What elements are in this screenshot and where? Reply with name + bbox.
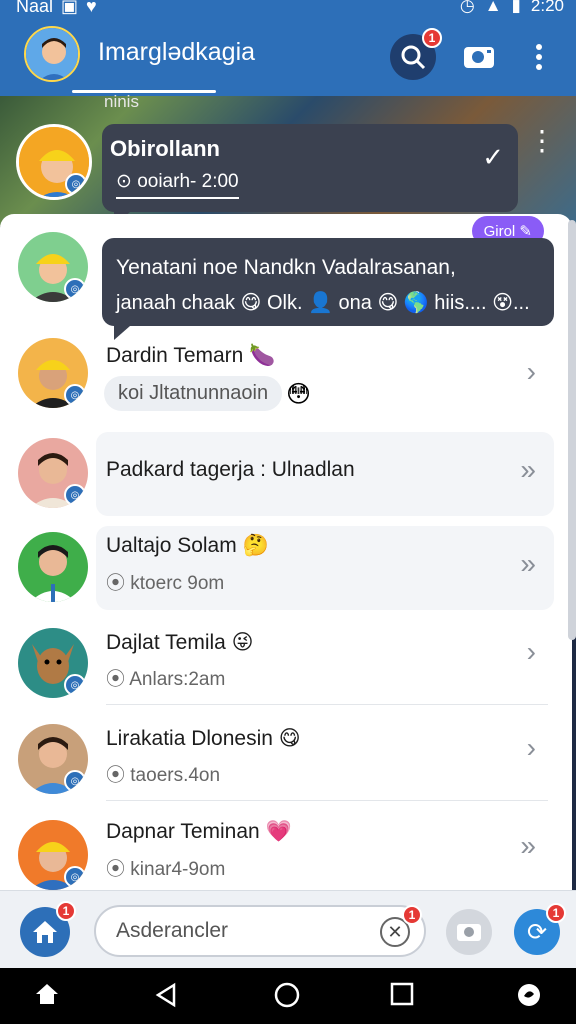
verified-badge-icon: ◎ (64, 384, 86, 406)
signal-icon: ▲ (484, 0, 502, 15)
active-tab-indicator (72, 90, 216, 93)
list-item[interactable]: ◎ Padkard tagerja : Ulnadlan » (0, 426, 572, 522)
scene-caption: ninis (104, 92, 139, 111)
chat-list: Girol ✎ ◎ Yenatani noe Nandkn Vadalrasan… (0, 214, 572, 890)
chevron-right-icon[interactable]: › (527, 356, 536, 388)
clear-button[interactable]: ✕ 1 (380, 905, 422, 947)
list-item[interactable]: ◎ Dapnar Teminan 💗 ⦿ kinar4-9om » (0, 808, 572, 890)
nav-recents-icon[interactable] (390, 982, 414, 1011)
avatar: ◎ (18, 628, 88, 698)
list-item[interactable]: ◎ Dajlat Temila 😜 ⦿ Anlars:2am › (0, 616, 572, 712)
chevron-right-icon[interactable]: › (527, 732, 536, 764)
nav-home-circle-icon[interactable] (274, 982, 300, 1013)
refresh-badge: 1 (546, 903, 566, 923)
forward-icon[interactable]: » (520, 548, 536, 580)
search-input[interactable]: Asderancler (94, 905, 426, 957)
chat-subtitle: ⦿ ktoerc 9om (106, 573, 225, 594)
message-line-1: Yenatani noe Nandkn Vadalrasanan, (116, 256, 456, 279)
chat-name: Dajlat Temila 😜 (106, 631, 254, 654)
verified-badge-icon: ◎ (64, 866, 86, 888)
scrollbar[interactable] (568, 220, 576, 640)
bottom-bar: 1 Asderancler ✕ 1 ⟳ 1 (0, 890, 576, 968)
close-icon: ✕ (387, 921, 403, 942)
notification-icon: ▣ (61, 0, 79, 16)
page-title: Imarglədkagia (98, 38, 256, 66)
emoji-reaction: 😳 (286, 381, 312, 408)
chat-subtitle: koi Jltatnunnaoin (104, 376, 283, 411)
pinned-avatar[interactable]: ◎ (16, 124, 92, 200)
refresh-button[interactable]: ⟳ 1 (514, 903, 566, 955)
camera-button-bottom[interactable] (446, 909, 492, 955)
verified-badge-icon: ◎ (64, 484, 86, 506)
avatar (18, 532, 88, 602)
profile-avatar[interactable] (24, 26, 80, 82)
verified-badge-icon: ◎ (64, 278, 86, 300)
location-icon: ♥ (86, 0, 97, 16)
divider (106, 800, 548, 801)
check-icon: ✓ (482, 142, 504, 172)
camera-icon (457, 924, 481, 941)
message-bubble[interactable]: Yenatani noe Nandkn Vadalrasanan, janaah… (102, 238, 554, 340)
message-line-2: janaah chaak 😋 Olk. 👤 ona 😋 🌎 hiis.... 😵… (116, 292, 530, 314)
search-button[interactable]: 1 (390, 28, 442, 80)
home-button[interactable]: 1 (20, 901, 76, 957)
list-item[interactable]: ◎ Dardin Temarn 🍆 koi Jltatnunnaoin 😳 › (0, 326, 572, 422)
chat-name: Padkard tagerja : Ulnadlan (106, 458, 355, 481)
more-menu-button[interactable] (516, 34, 562, 80)
refresh-icon: ⟳ (526, 918, 548, 946)
home-icon (33, 921, 57, 943)
chat-name: Ualtajo Solam 🤔 (106, 534, 269, 557)
avatar: ◎ (18, 724, 88, 794)
camera-button[interactable] (456, 34, 502, 80)
pinned-conversation[interactable]: Obirollann ⊙ ooiarh- 2:00 ✓ (102, 124, 518, 226)
more-vertical-icon (536, 44, 542, 70)
chat-name: Dapnar Teminan 💗 (106, 820, 292, 843)
nav-home-icon[interactable] (34, 982, 60, 1011)
list-item[interactable]: Ualtajo Solam 🤔 ⦿ ktoerc 9om » (0, 520, 572, 616)
avatar: ◎ (18, 820, 88, 890)
chat-subtitle: ⦿ kinar4-9om (106, 859, 226, 880)
chat-name: Dardin Temarn 🍆 (106, 344, 276, 367)
pinned-name: Obirollann (110, 136, 220, 161)
clear-badge: 1 (402, 905, 422, 925)
avatar: ◎ (18, 232, 88, 302)
carrier-label: Naal (16, 0, 54, 16)
chevron-right-icon[interactable]: › (527, 636, 536, 668)
search-placeholder: Asderancler (116, 919, 229, 942)
forward-icon[interactable]: » (520, 454, 536, 486)
chat-subtitle: ⦿ taoers.4on (106, 765, 221, 786)
status-bar: Naal ▣ ♥ ◷ ▲ ▮ 2:20 (0, 0, 576, 26)
search-icon (401, 45, 426, 70)
avatar: ◎ (18, 438, 88, 508)
chat-subtitle: ⦿ Anlars:2am (106, 669, 226, 690)
avatar: ◎ (18, 338, 88, 408)
nav-back-icon[interactable] (154, 982, 178, 1013)
pinned-more-icon[interactable]: ⋮ (528, 127, 556, 155)
list-item[interactable]: ◎ Lirakatia Dlonesin 😋 ⦿ taoers.4on › (0, 712, 572, 808)
verified-badge-icon: ◎ (64, 674, 86, 696)
divider (106, 704, 548, 705)
app-header: Imarglədkagia 1 (0, 26, 576, 96)
nav-assistant-icon[interactable] (516, 982, 542, 1013)
camera-icon (464, 47, 494, 68)
alarm-icon: ◷ (459, 0, 475, 15)
battery-icon: ▮ (511, 0, 521, 15)
clock: 2:20 (530, 0, 564, 15)
system-navigation-bar (0, 968, 576, 1024)
search-badge: 1 (422, 28, 442, 48)
home-badge: 1 (56, 901, 76, 921)
chat-name: Lirakatia Dlonesin 😋 (106, 727, 301, 750)
pinned-subtitle: ⊙ ooiarh- 2:00 (116, 170, 239, 199)
verified-badge-icon: ◎ (64, 770, 86, 792)
forward-icon[interactable]: » (520, 830, 536, 862)
verified-badge-icon: ◎ (65, 173, 87, 195)
